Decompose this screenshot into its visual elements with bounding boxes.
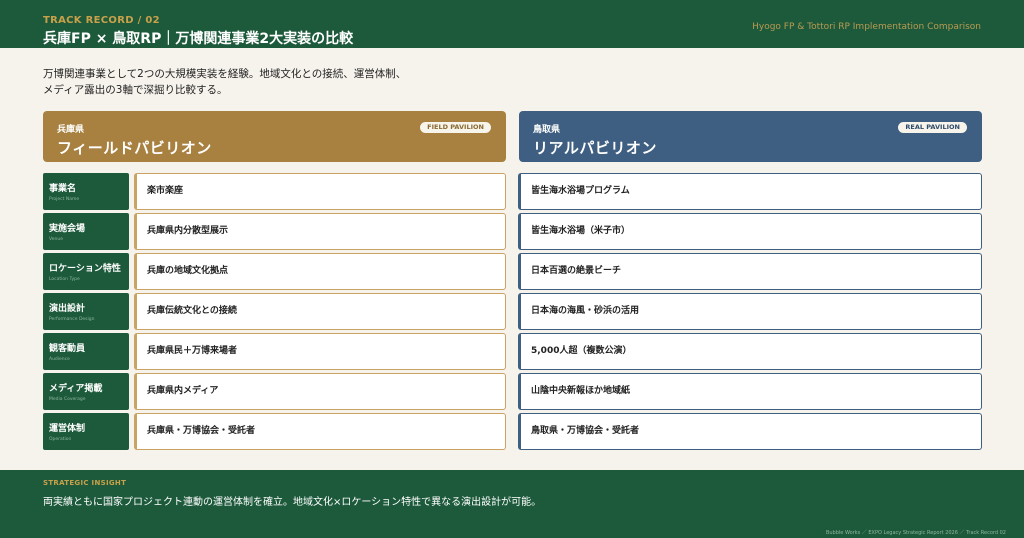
cell-tottori-project-name: 皆生海水浴場プログラム bbox=[518, 173, 982, 210]
row-label-jp: 観客動員 bbox=[49, 344, 86, 354]
cell-tottori-audience: 5,000人超（複数公演） bbox=[518, 333, 982, 370]
cell-hyogo-performance-design: 兵庫伝統文化との接続 bbox=[134, 293, 506, 330]
cell-hyogo-project-name: 楽市楽座 bbox=[134, 173, 506, 210]
prefecture-label: 兵庫県 bbox=[57, 125, 85, 135]
intro-line-2: メディア露出の3軸で深掘り比較する。 bbox=[43, 84, 228, 96]
row-label-audience: 観客動員 Audience bbox=[43, 333, 129, 370]
row-label-jp: 実施会場 bbox=[49, 224, 86, 234]
pavilion-badge: FIELD PAVILION bbox=[420, 122, 491, 133]
cell-tottori-media-coverage: 山陰中央新報ほか地域紙 bbox=[518, 373, 982, 410]
insight-footer: STRATEGIC INSIGHT 両実績ともに国家プロジェクト連動の運営体制を… bbox=[0, 470, 1024, 538]
header-bar: TRACK RECORD / 02 兵庫FP × 鳥取RP｜万博関連事業2大実装… bbox=[0, 0, 1024, 48]
pavilion-name: フィールドパビリオン bbox=[57, 139, 212, 157]
row-label-en: Audience bbox=[49, 357, 70, 362]
row-label-project-name: 事業名 Project Name bbox=[43, 173, 129, 210]
page-subtitle-en: Hyogo FP & Tottori RP Implementation Com… bbox=[752, 22, 981, 32]
row-label-jp: 演出設計 bbox=[49, 304, 86, 314]
row-label-operation: 運営体制 Operation bbox=[43, 413, 129, 450]
row-label-media-coverage: メディア掲載 Media Coverage bbox=[43, 373, 129, 410]
row-label-jp: 事業名 bbox=[49, 184, 77, 194]
cell-tottori-location-type: 日本百選の絶景ビーチ bbox=[518, 253, 982, 290]
row-label-en: Media Coverage bbox=[49, 397, 86, 402]
cell-tottori-performance-design: 日本海の海風・砂浜の活用 bbox=[518, 293, 982, 330]
cell-hyogo-audience: 兵庫県民＋万博来場者 bbox=[134, 333, 506, 370]
row-label-jp: ロケーション特性 bbox=[49, 264, 121, 274]
prefecture-label: 鳥取県 bbox=[533, 125, 561, 135]
row-label-venue: 実施会場 Venue bbox=[43, 213, 129, 250]
column-header-tottori: 鳥取県 リアルパビリオン REAL PAVILION bbox=[519, 111, 982, 162]
pavilion-name: リアルパビリオン bbox=[533, 139, 657, 157]
cell-tottori-operation: 鳥取県・万博協会・受託者 bbox=[518, 413, 982, 450]
section-kicker: TRACK RECORD / 02 bbox=[43, 15, 160, 26]
column-header-hyogo: 兵庫県 フィールドパビリオン FIELD PAVILION bbox=[43, 111, 506, 162]
insight-label: STRATEGIC INSIGHT bbox=[43, 479, 127, 487]
row-label-en: Performance Design bbox=[49, 317, 95, 322]
footer-credit: Bubble Works ／ EXPO Legacy Strategic Rep… bbox=[825, 530, 1006, 536]
intro-line-1: 万博関連事業として2つの大規模実装を経験。地域文化との接続、運営体制、 bbox=[43, 68, 407, 80]
intro-text: 万博関連事業として2つの大規模実装を経験。地域文化との接続、運営体制、 メディア… bbox=[43, 66, 523, 98]
cell-hyogo-operation: 兵庫県・万博協会・受託者 bbox=[134, 413, 506, 450]
row-label-en: Project Name bbox=[49, 197, 80, 202]
row-label-en: Operation bbox=[49, 437, 72, 442]
cell-hyogo-media-coverage: 兵庫県内メディア bbox=[134, 373, 506, 410]
cell-hyogo-location-type: 兵庫の地域文化拠点 bbox=[134, 253, 506, 290]
row-label-en: Location Type bbox=[49, 277, 80, 282]
row-label-jp: メディア掲載 bbox=[49, 384, 103, 394]
row-label-performance-design: 演出設計 Performance Design bbox=[43, 293, 129, 330]
pavilion-badge: REAL PAVILION bbox=[898, 122, 967, 133]
insight-text: 両実績ともに国家プロジェクト連動の運営体制を確立。地域文化×ロケーション特性で異… bbox=[43, 497, 542, 508]
cell-hyogo-venue: 兵庫県内分散型展示 bbox=[134, 213, 506, 250]
row-label-en: Venue bbox=[49, 237, 63, 242]
cell-tottori-venue: 皆生海水浴場（米子市） bbox=[518, 213, 982, 250]
row-label-location-type: ロケーション特性 Location Type bbox=[43, 253, 129, 290]
page-title: 兵庫FP × 鳥取RP｜万博関連事業2大実装の比較 bbox=[43, 31, 354, 47]
row-label-jp: 運営体制 bbox=[49, 424, 86, 434]
